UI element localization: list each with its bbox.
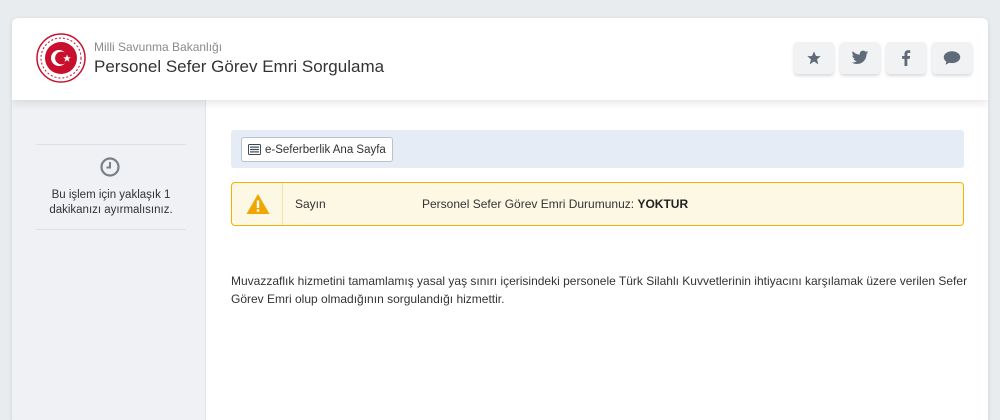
- redacted-name: [328, 196, 422, 212]
- clock-icon: [100, 157, 120, 177]
- chat-icon: [943, 51, 961, 65]
- status-alert: Sayın Personel Sefer Görev Emri Durumunu…: [231, 182, 964, 226]
- facebook-share-button[interactable]: [886, 42, 926, 74]
- sidebar: Bu işlem için yaklaşık 1 dakikanızı ayır…: [12, 100, 206, 420]
- page-title: Personel Sefer Görev Emri Sorgulama: [94, 57, 385, 76]
- list-icon: [248, 144, 261, 155]
- facebook-icon: [902, 50, 911, 66]
- page-header: Milli Savunma Bakanlığı Personel Sefer G…: [12, 18, 988, 100]
- main-content: e-Seferberlik Ana Sayfa Sayın Personel S…: [207, 100, 988, 420]
- twitter-share-button[interactable]: [840, 42, 880, 74]
- star-icon: [807, 51, 821, 65]
- service-description: Muvazzaflık hizmetini tamamlamış yasal y…: [231, 274, 968, 306]
- duration-text: Bu işlem için yaklaşık 1 dakikanızı ayır…: [49, 189, 173, 216]
- warning-icon: [246, 194, 270, 214]
- e-seferberlik-home-button[interactable]: e-Seferberlik Ana Sayfa: [241, 137, 393, 162]
- twitter-icon: [851, 50, 869, 64]
- comment-button[interactable]: [932, 42, 972, 74]
- home-button-label: e-Seferberlik Ana Sayfa: [265, 143, 386, 156]
- alert-prefix: Sayın: [295, 197, 326, 211]
- alert-divider: [282, 183, 283, 225]
- org-name: Milli Savunma Bakanlığı: [94, 40, 223, 54]
- duration-info: Bu işlem için yaklaşık 1 dakikanızı ayır…: [36, 144, 186, 230]
- status-value: YOKTUR: [637, 197, 689, 211]
- favorite-button[interactable]: [794, 42, 834, 74]
- ministry-emblem-icon: [36, 33, 86, 83]
- nav-bar: e-Seferberlik Ana Sayfa: [231, 130, 964, 168]
- alert-message-text: Personel Sefer Görev Emri Durumunuz:: [422, 197, 635, 211]
- main-card: Milli Savunma Bakanlığı Personel Sefer G…: [12, 18, 988, 420]
- alert-message: Personel Sefer Görev Emri Durumunuz: YOK…: [422, 197, 688, 211]
